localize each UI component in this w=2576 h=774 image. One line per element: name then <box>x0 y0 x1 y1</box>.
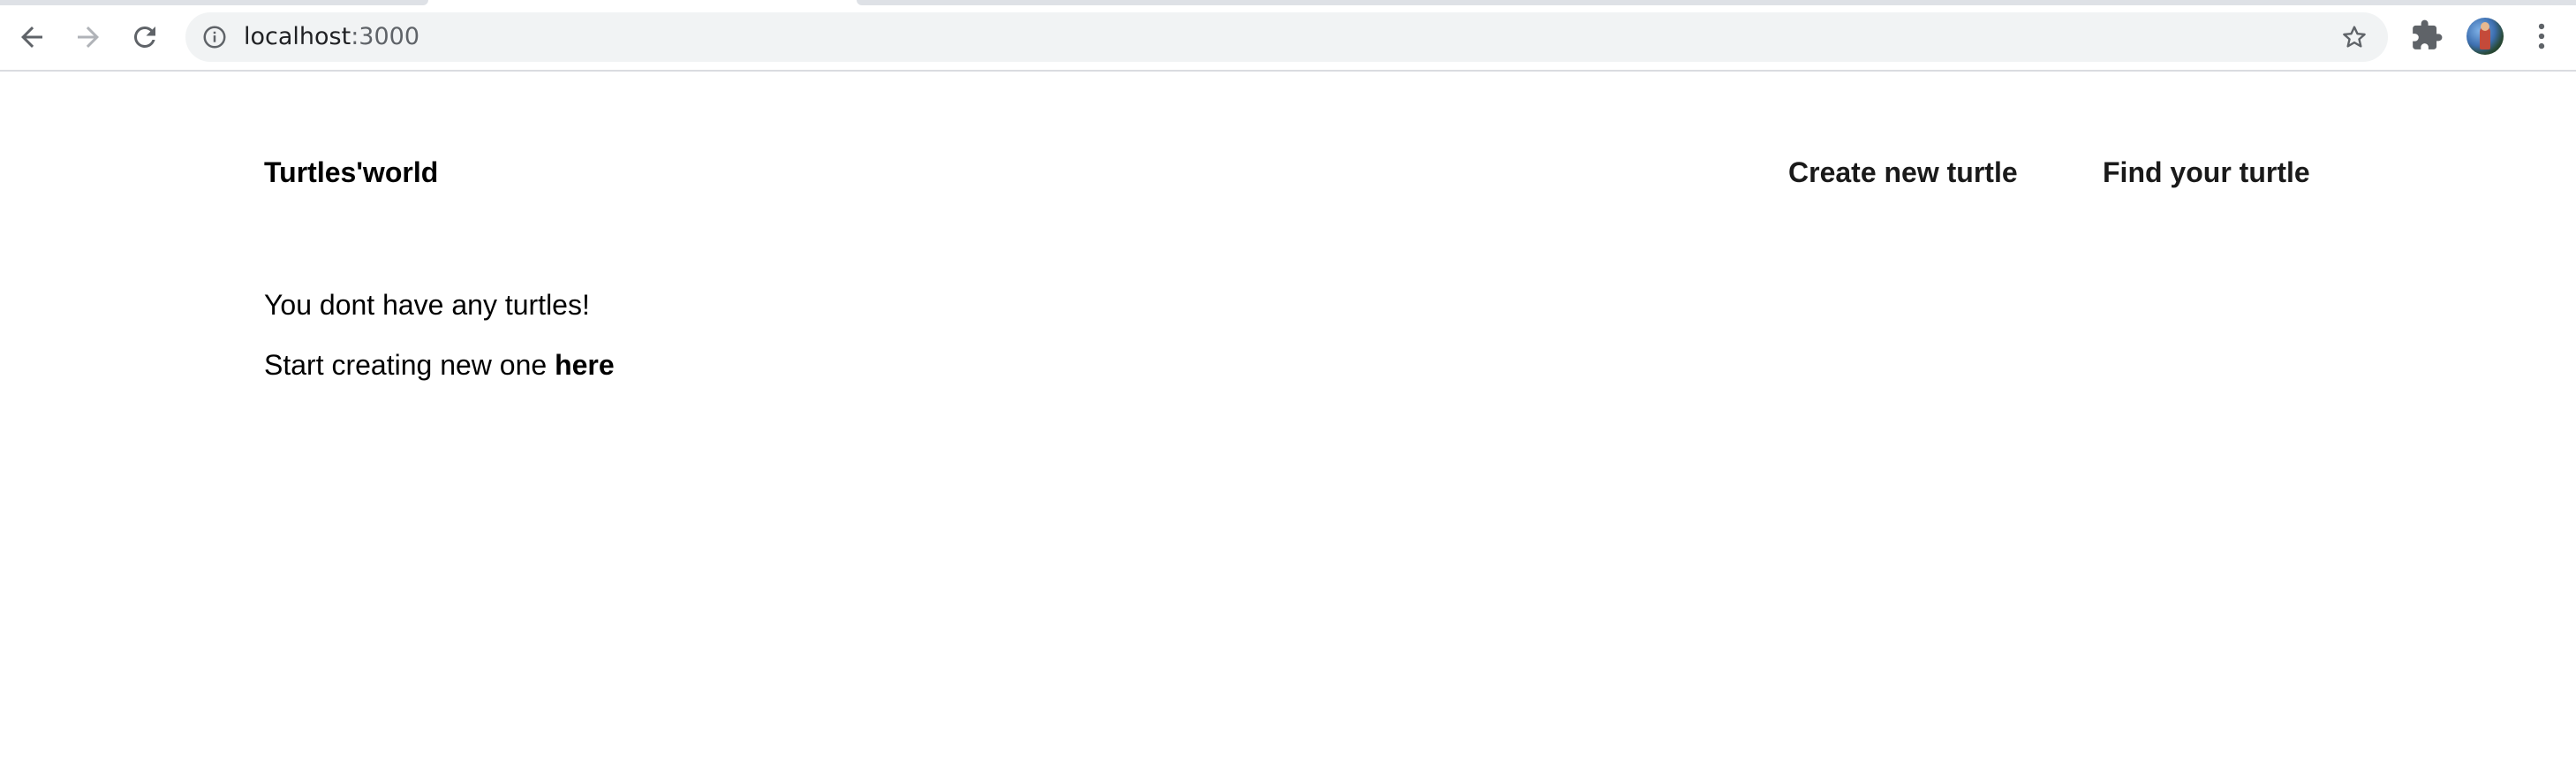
find-turtle-link[interactable]: Find your turtle <box>2103 156 2310 188</box>
start-creating-line: Start creating new one here <box>264 349 615 381</box>
avatar-head <box>2481 22 2489 31</box>
inactive-tab-left[interactable] <box>0 0 428 5</box>
url-port: :3000 <box>351 23 420 50</box>
url-text[interactable]: localhost:3000 <box>244 24 419 50</box>
star-icon[interactable] <box>2340 23 2368 51</box>
back-button[interactable] <box>12 18 51 57</box>
browser-toolbar: localhost:3000 <box>0 0 2576 72</box>
info-icon[interactable] <box>201 24 228 50</box>
start-creating-text: Start creating new one <box>264 349 555 381</box>
page-content: Turtles'world Create new turtle Find you… <box>0 72 2576 774</box>
create-turtle-link[interactable]: Create new turtle <box>1788 156 2018 188</box>
address-bar[interactable]: localhost:3000 <box>185 12 2388 62</box>
forward-button[interactable] <box>69 18 108 57</box>
reload-button[interactable] <box>125 18 164 57</box>
puzzle-icon[interactable] <box>2410 19 2444 52</box>
site-brand[interactable]: Turtles'world <box>264 156 438 188</box>
url-host: localhost <box>244 23 351 50</box>
here-link[interactable]: here <box>555 349 615 381</box>
empty-state-message: You dont have any turtles! <box>264 289 590 321</box>
arrow-left-icon <box>21 27 42 48</box>
site-header: Turtles'world Create new turtle Find you… <box>0 72 2576 195</box>
inactive-tab-right[interactable] <box>857 0 2576 5</box>
kebab-menu-icon[interactable] <box>2528 19 2555 53</box>
profile-avatar[interactable] <box>2466 18 2504 55</box>
tab-strip <box>0 0 2576 5</box>
reload-icon <box>133 26 155 48</box>
arrow-right-icon <box>78 27 99 48</box>
